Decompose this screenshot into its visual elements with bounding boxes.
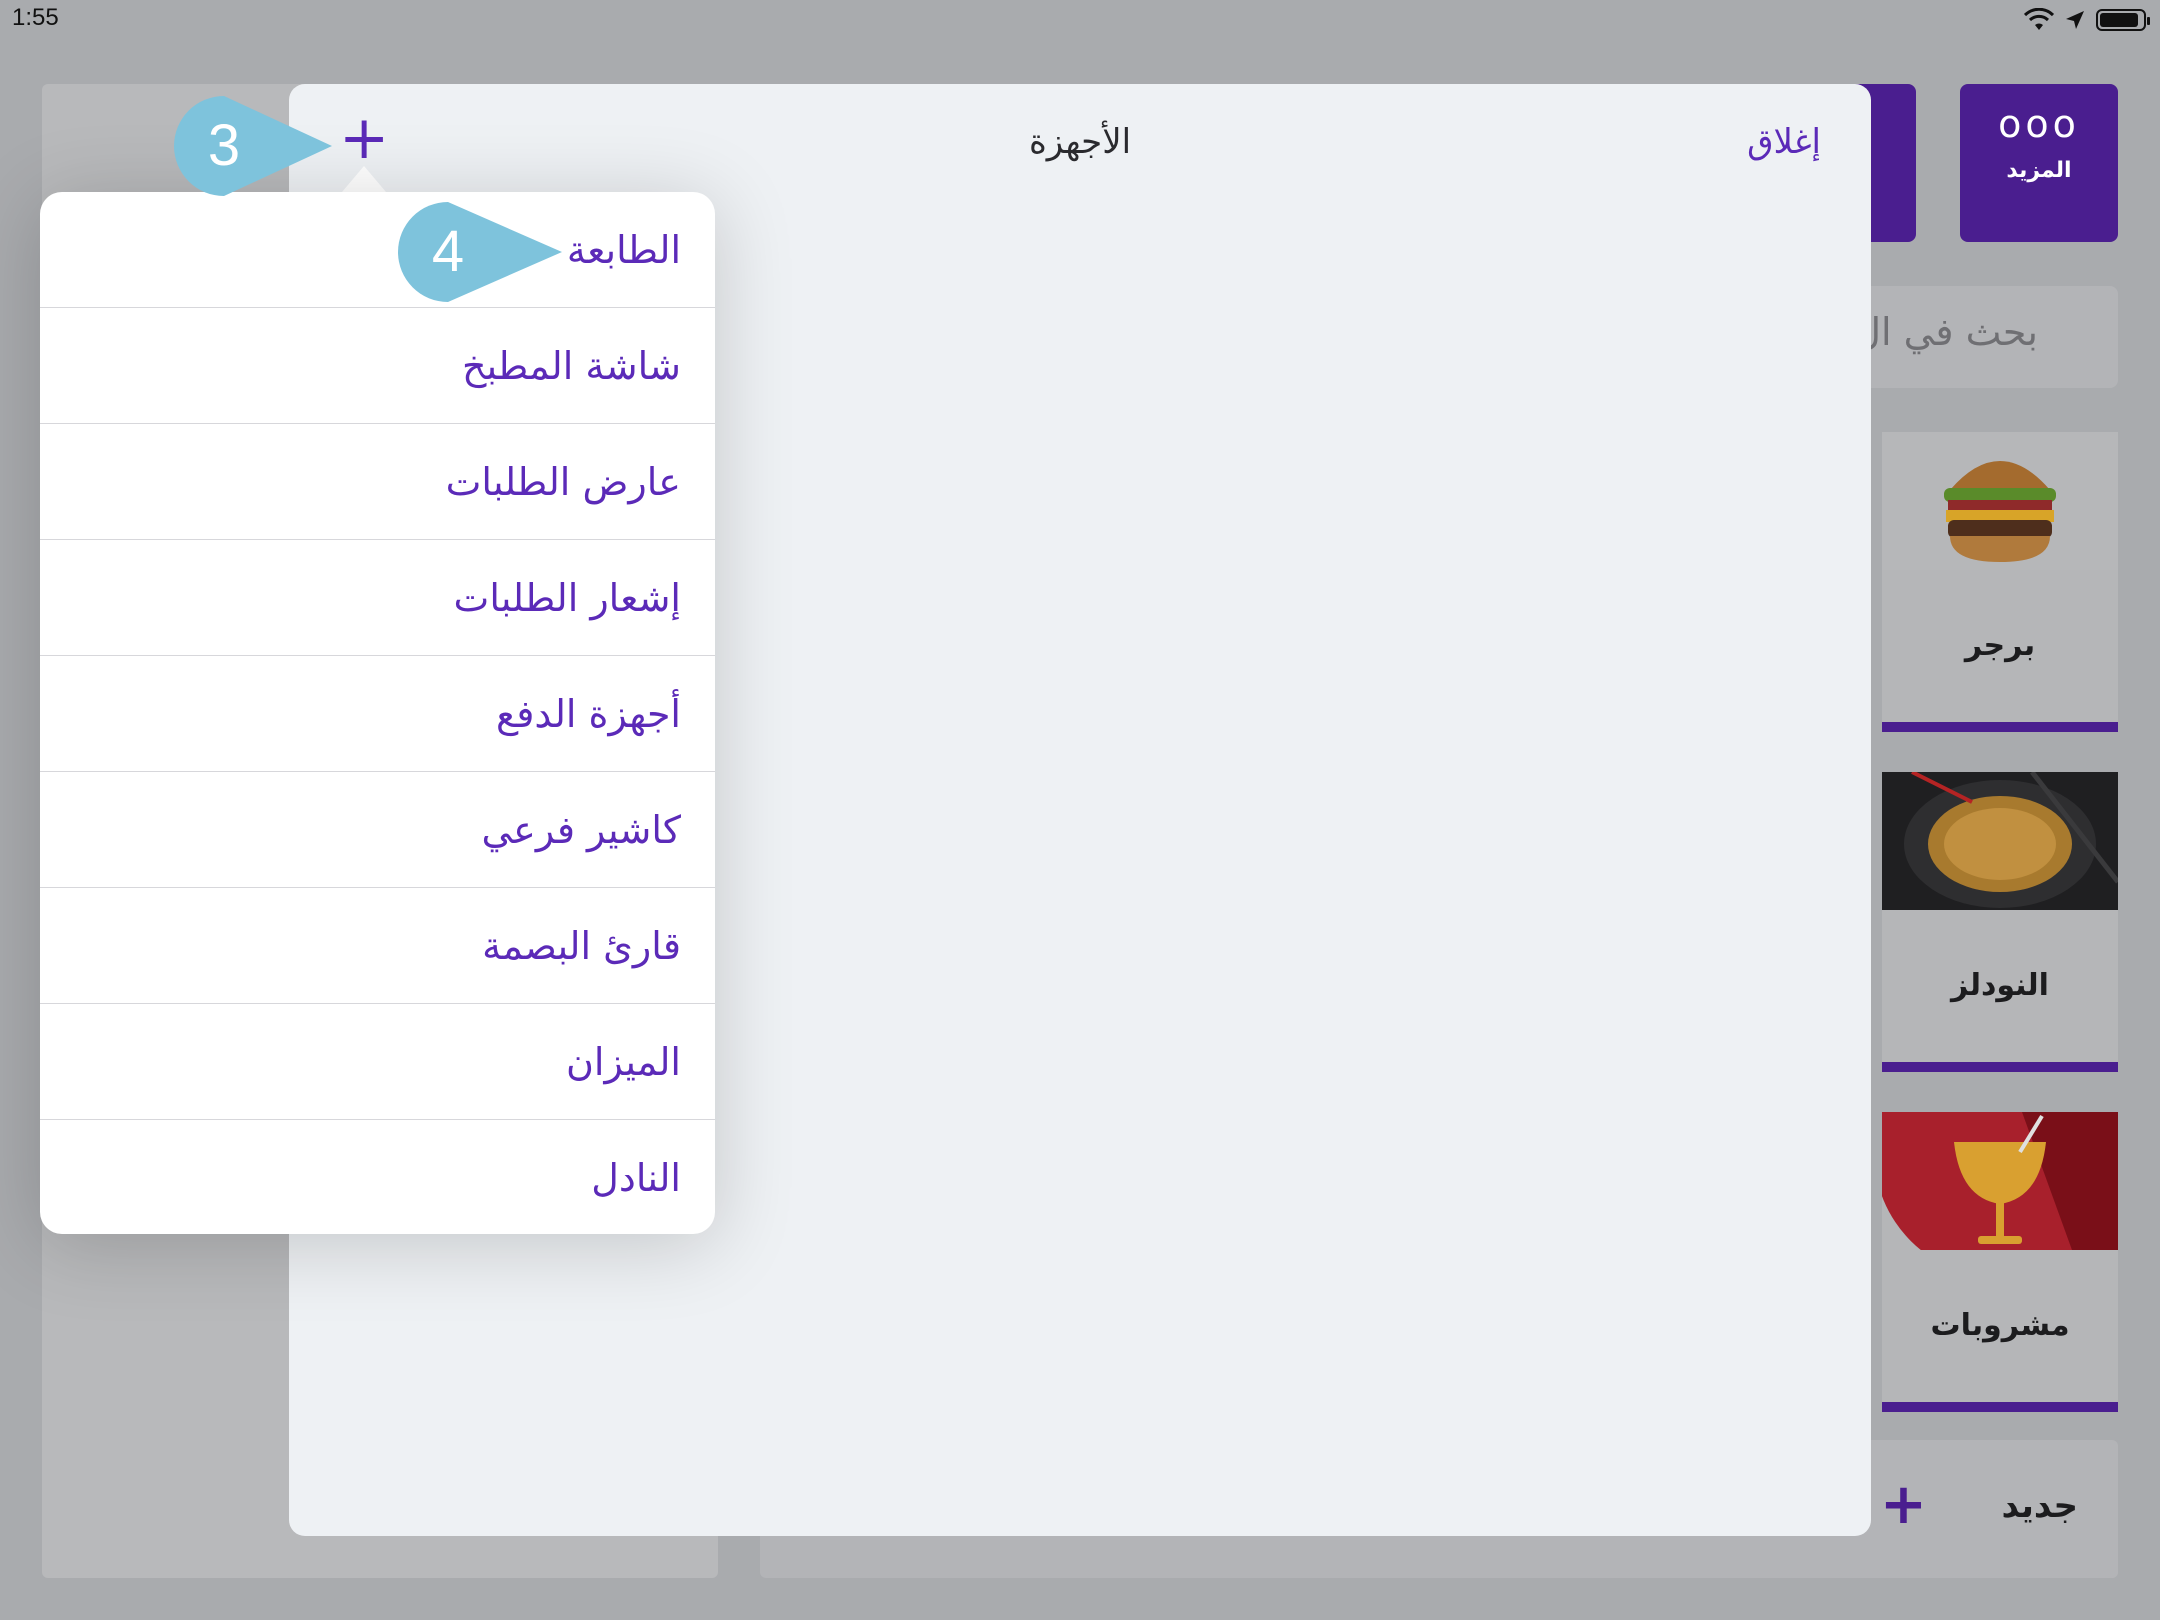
menu-item-fingerprint-reader[interactable]: قارئ البصمة (40, 888, 715, 1004)
more-button: ooo المزيد (1960, 84, 2118, 242)
modal-title: الأجهزة (1028, 122, 1132, 162)
menu-item-scale[interactable]: الميزان (40, 1004, 715, 1120)
category-card-drinks: مشروبات (1882, 1112, 2118, 1412)
callout-3: 3 (172, 94, 332, 198)
more-icon: ooo (1998, 102, 2080, 146)
category-card-burger: برجر (1882, 432, 2118, 732)
device-type-menu: الطابعة شاشة المطبخ عارض الطلبات إشعار ا… (40, 192, 715, 1234)
menu-item-kitchen-screen[interactable]: شاشة المطبخ (40, 308, 715, 424)
plus-icon: + (1880, 1472, 1927, 1537)
location-icon (2066, 11, 2084, 29)
category-label: النودلز (1951, 968, 2049, 1003)
menu-item-order-notification[interactable]: إشعار الطلبات (40, 540, 715, 656)
close-button[interactable]: إغلاق (1747, 122, 1821, 162)
status-time: 1:55 (12, 4, 59, 31)
add-device-button[interactable]: + (339, 108, 389, 168)
menu-item-waiter[interactable]: النادل (40, 1120, 715, 1234)
menu-item-order-viewer[interactable]: عارض الطلبات (40, 424, 715, 540)
callout-number: 4 (431, 219, 465, 284)
new-button-label: جديد (2001, 1486, 2078, 1526)
status-icons (2024, 6, 2150, 34)
category-label: برجر (1964, 628, 2036, 663)
callout-number: 3 (207, 113, 241, 178)
battery-icon (2096, 9, 2150, 31)
category-label: مشروبات (1930, 1308, 2070, 1343)
wifi-icon (2024, 8, 2054, 30)
category-card-noodles: النودلز (1882, 772, 2118, 1072)
menu-item-printer[interactable]: الطابعة (40, 192, 715, 308)
menu-item-sub-cashier[interactable]: كاشير فرعي (40, 772, 715, 888)
burger-image (1882, 432, 2118, 570)
noodles-image (1882, 772, 2118, 910)
search-placeholder: بحث في ال (1853, 310, 2038, 354)
menu-item-payment-devices[interactable]: أجهزة الدفع (40, 656, 715, 772)
drink-image (1882, 1112, 2118, 1250)
callout-4: 4 (396, 200, 562, 304)
more-button-label: المزيد (2006, 158, 2072, 183)
status-bar: 1:55 (0, 0, 2160, 40)
popover-arrow (342, 166, 386, 192)
new-button: + جديد (1880, 1450, 2118, 1578)
